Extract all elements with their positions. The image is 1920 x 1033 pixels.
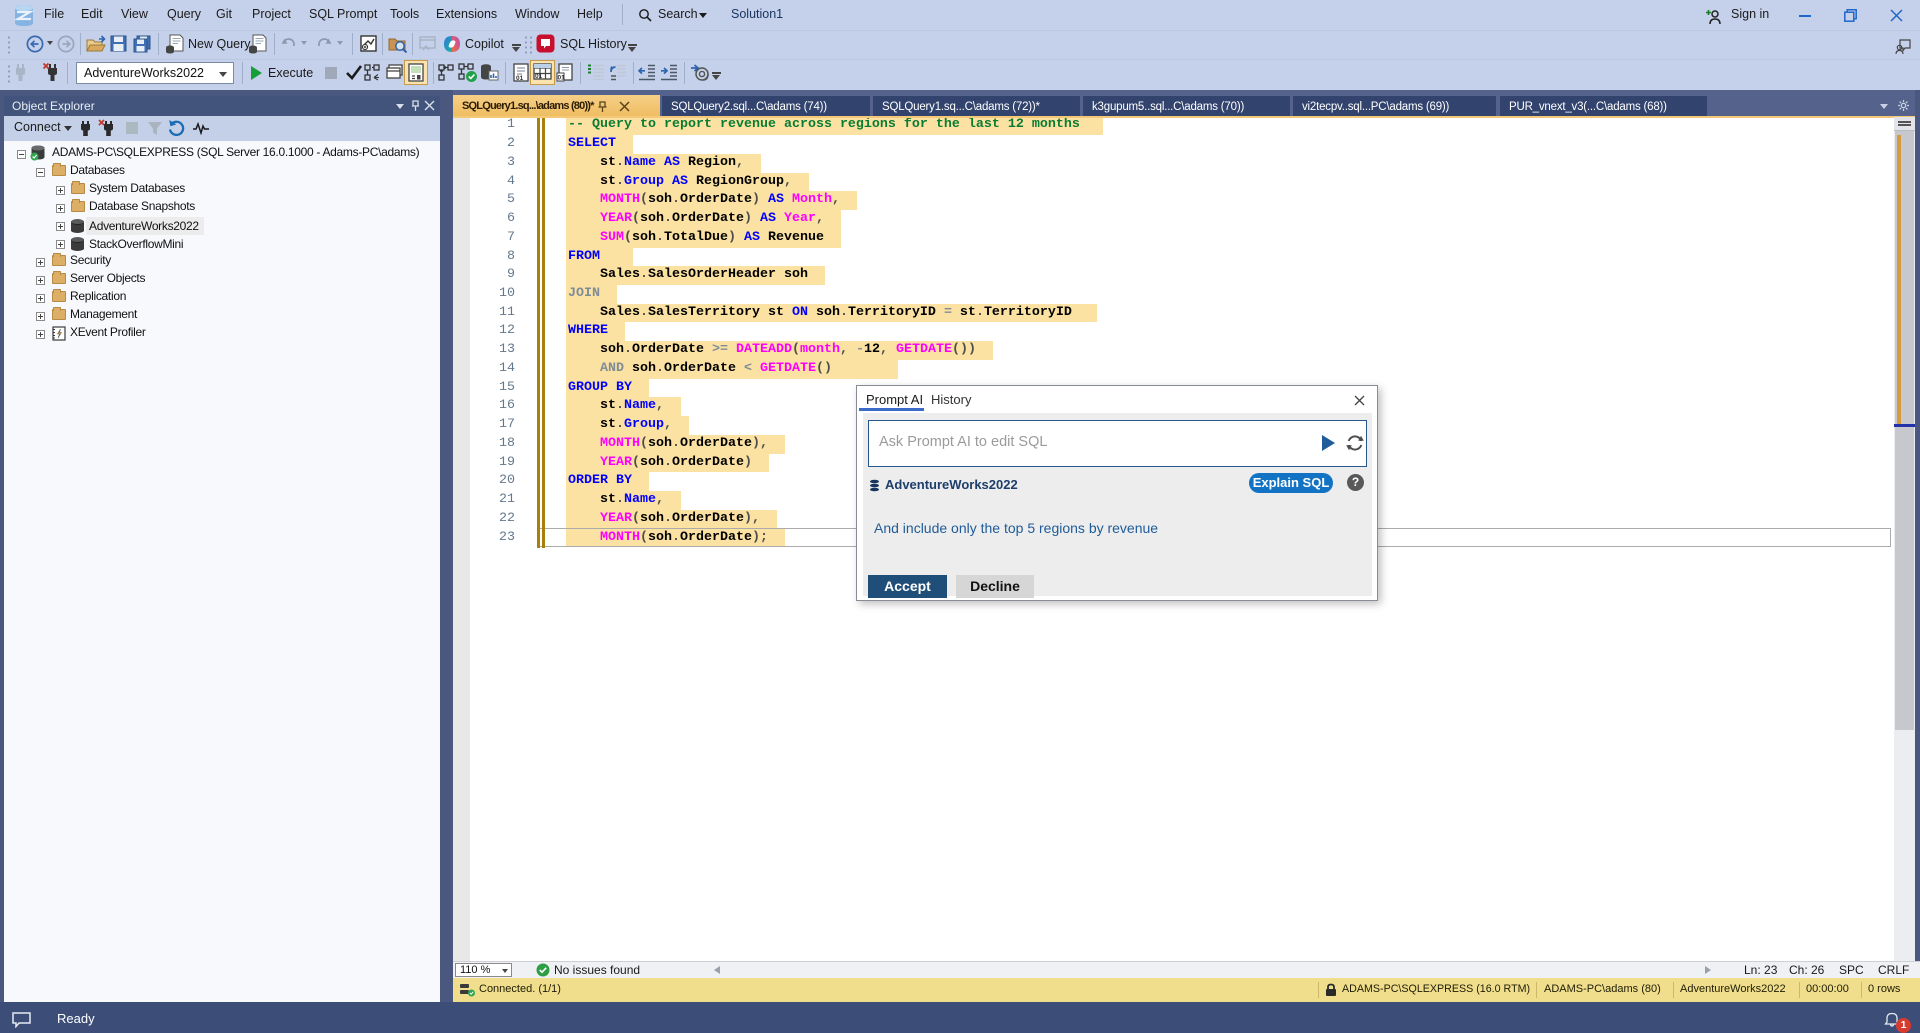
svg-text:01: 01 (558, 75, 566, 82)
svg-text:01: 01 (516, 75, 524, 82)
svg-text:01: 01 (535, 73, 543, 80)
